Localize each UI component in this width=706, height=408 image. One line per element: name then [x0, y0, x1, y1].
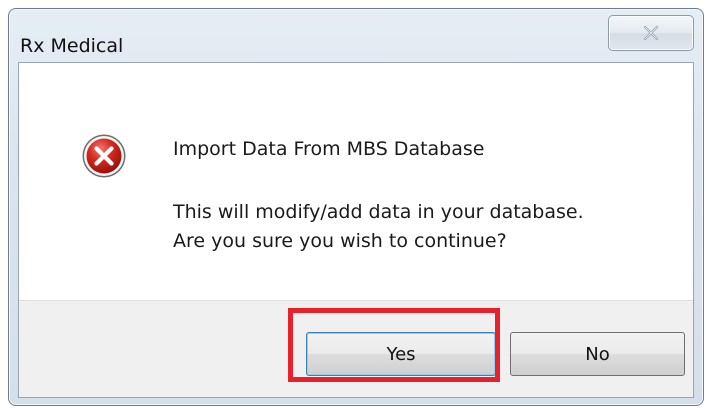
- yes-button[interactable]: Yes: [306, 332, 496, 376]
- dialog-client-area: Import Data From MBS Database This will …: [18, 62, 694, 398]
- close-icon: [642, 25, 660, 41]
- dialog-button-bar: Yes No: [19, 300, 693, 397]
- dialog-window: Rx Medical Import Data From MBS Database…: [8, 8, 704, 406]
- message-line-2: Are you sure you wish to continue?: [173, 230, 507, 252]
- dialog-message: This will modify/add data in your databa…: [173, 198, 584, 256]
- no-button[interactable]: No: [510, 332, 685, 376]
- error-icon: [81, 133, 127, 179]
- message-line-1: This will modify/add data in your databa…: [173, 201, 584, 223]
- dialog-content: Import Data From MBS Database This will …: [19, 63, 693, 300]
- dialog-heading: Import Data From MBS Database: [173, 138, 485, 160]
- window-title: Rx Medical: [20, 35, 124, 57]
- close-button[interactable]: [608, 15, 694, 51]
